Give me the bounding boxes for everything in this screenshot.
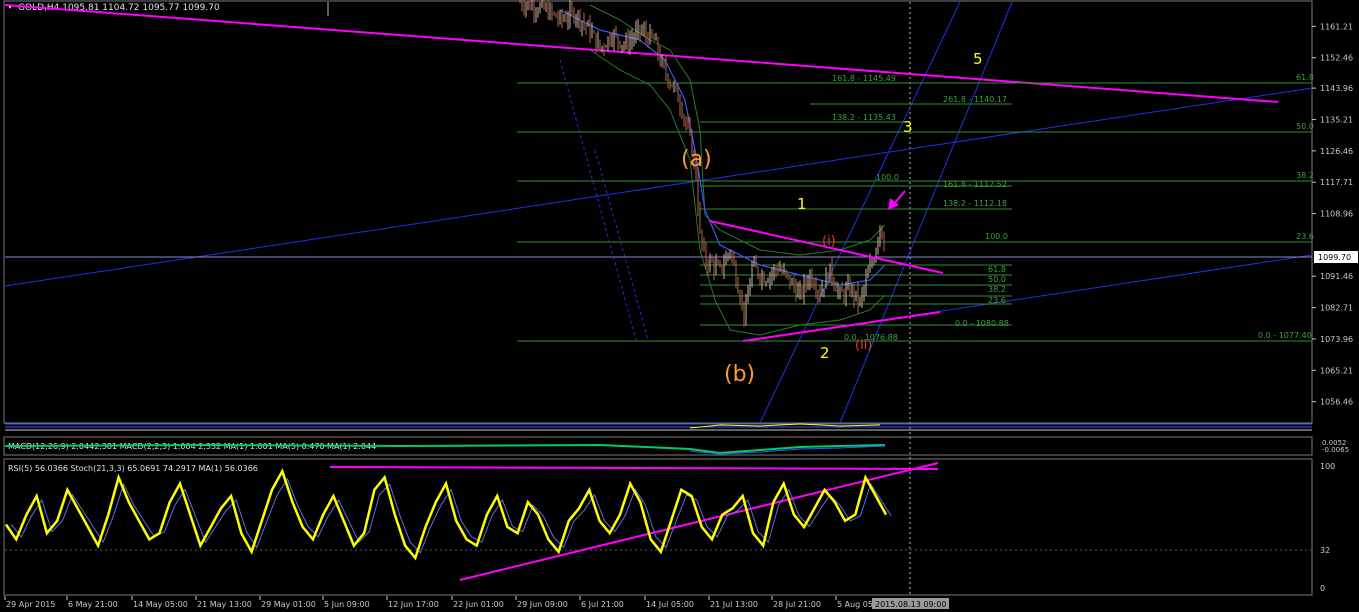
rsi-axis-32: 32 bbox=[1320, 546, 1330, 555]
time-tick-label: 22 Jun 01:00 bbox=[453, 600, 504, 609]
fib-label: 61.8 bbox=[1296, 73, 1314, 82]
time-tick-label: 28 Jul 21:00 bbox=[773, 600, 821, 609]
time-tick-label: 12 Jun 17:00 bbox=[388, 600, 439, 609]
rsi-axis-0: 0 bbox=[1320, 584, 1325, 593]
wave-label-2: 2 bbox=[820, 344, 830, 362]
fib-label: 261.8 - 1140.17 bbox=[943, 95, 1007, 104]
fib-label: 100.0 bbox=[876, 173, 899, 182]
rsi-axis-100: 100 bbox=[1320, 462, 1335, 471]
chart-canvas[interactable]: ▾ GOLD,H4 1095.81 1104.72 1095.77 1099.7… bbox=[0, 0, 1359, 612]
rsi-header: RSI(5) 56.0366 Stoch(21,3,3) 65.0691 74.… bbox=[8, 464, 258, 473]
time-tick-label: 14 May 05:00 bbox=[133, 600, 188, 609]
macd-axis-bottom: -0.0065 bbox=[1322, 446, 1349, 454]
price-tick-label: 1082.71 bbox=[1320, 304, 1353, 313]
fib-label: 0.0 - 1080.88 bbox=[955, 319, 1009, 328]
fib-label: 23.6 bbox=[1296, 232, 1314, 241]
price-tick-label: 1161.21 bbox=[1320, 22, 1353, 31]
wave-label-1: 1 bbox=[797, 195, 807, 213]
price-tick-label: 1135.21 bbox=[1320, 115, 1353, 124]
wave-label-b: (b) bbox=[724, 362, 755, 387]
price-tick-label: 1056.46 bbox=[1320, 398, 1353, 407]
time-tick-label: 21 Jul 13:00 bbox=[710, 600, 758, 609]
price-panel-bands bbox=[5, 423, 1312, 431]
time-tick-label: 29 May 01:00 bbox=[261, 600, 316, 609]
price-tick-label: 1108.96 bbox=[1320, 210, 1353, 219]
fib-label: 50.0 bbox=[1296, 122, 1314, 131]
wave-label-ii: (ii) bbox=[855, 338, 872, 353]
price-tick-label: 1126.46 bbox=[1320, 147, 1353, 156]
fib-label: 138.2 - 1112.18 bbox=[943, 199, 1007, 208]
fib-label: 100.0 bbox=[985, 232, 1008, 241]
price-tick-label: 1152.46 bbox=[1320, 54, 1353, 63]
time-axis: 29 Apr 2015 6 May 21:00 14 May 05:00 21 May… bbox=[4, 596, 886, 609]
current-price-label: 1099.70 bbox=[1318, 253, 1351, 262]
wave-label-3: 3 bbox=[903, 118, 913, 136]
fib-label: 161.8 - 1145.49 bbox=[832, 74, 896, 83]
fib-label: 138.2 - 1135.43 bbox=[832, 113, 896, 122]
fib-label: 161.8 - 1117.52 bbox=[943, 180, 1007, 189]
time-tick-label: 6 Jul 21:00 bbox=[581, 600, 624, 609]
fib-label: 38.2 bbox=[1296, 171, 1314, 180]
time-tick-label: 6 May 21:00 bbox=[68, 600, 118, 609]
time-tick-label: 21 May 13:00 bbox=[197, 600, 252, 609]
price-tick-label: 1143.96 bbox=[1320, 84, 1353, 93]
price-tick-label: 1091.46 bbox=[1320, 272, 1353, 281]
symbol-header-icon: ▾ bbox=[8, 2, 12, 11]
fib-label: 61.8 bbox=[988, 265, 1006, 274]
cursor-time-label: 2015.08.13 09:00 bbox=[875, 600, 946, 609]
fib-label: 23.6 bbox=[988, 296, 1006, 305]
price-tick-label: 1117.71 bbox=[1320, 178, 1353, 187]
time-tick-label: 29 Jun 09:00 bbox=[517, 600, 568, 609]
price-axis: 1161.21 1152.46 1143.96 1135.21 1126.46 1117.… bbox=[1312, 22, 1353, 407]
fib-label: 0.0 - 1077.40 bbox=[1258, 331, 1312, 340]
fib-label: 50.0 bbox=[988, 275, 1006, 284]
wave-label-i: (i) bbox=[822, 234, 836, 249]
wave-label-a: (a) bbox=[681, 147, 712, 172]
price-tick-label: 1073.96 bbox=[1320, 335, 1353, 344]
fib-label: 38.2 bbox=[988, 285, 1006, 294]
time-tick-label: 5 Jun 09:00 bbox=[324, 600, 370, 609]
wave-label-5: 5 bbox=[973, 50, 983, 68]
time-tick-label: 29 Apr 2015 bbox=[6, 600, 55, 609]
price-tick-label: 1065.21 bbox=[1320, 366, 1353, 375]
rsi-panel bbox=[3, 458, 1313, 596]
time-tick-label: 14 Jul 05:00 bbox=[646, 600, 694, 609]
price-panel bbox=[3, 0, 1313, 424]
